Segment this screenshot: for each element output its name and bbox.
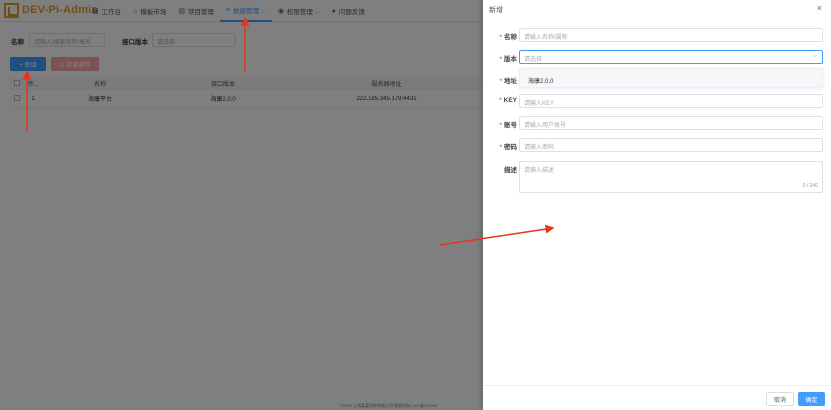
drawer-title: 新增	[489, 7, 503, 14]
add-drawer: 新增 × * 名称 请输入名称/属称 * 版本 请选择 ⌵ 海康2.0.0 * 地址 *…	[483, 0, 831, 410]
description-label: 描述	[504, 167, 517, 174]
chevron-down-icon: ⌵	[812, 53, 817, 59]
label-text: 版本	[504, 56, 517, 63]
key-input[interactable]: 请输入KEY	[519, 94, 823, 108]
select-placeholder: 请选择	[524, 57, 543, 63]
close-icon[interactable]: ×	[817, 3, 822, 13]
label-text: 账号	[504, 122, 517, 129]
label-text: 地址	[504, 78, 517, 85]
account-input[interactable]: 请输入用户账号	[519, 116, 823, 130]
password-input[interactable]: 请输入密码	[519, 138, 823, 152]
label-text: KEY	[503, 97, 517, 104]
required-mark: *	[499, 122, 502, 129]
key-label: * KEY	[499, 97, 517, 104]
dropdown-option[interactable]: 海康2.0.0	[528, 76, 553, 85]
char-counter: 0 / 240	[802, 183, 818, 189]
name-label: * 名称	[499, 31, 517, 41]
required-mark: *	[499, 78, 502, 85]
label-text: 密码	[504, 144, 517, 151]
textarea-placeholder: 请输入描述	[524, 168, 555, 174]
required-mark: *	[499, 56, 502, 63]
password-label: * 密码	[499, 141, 517, 151]
cancel-button[interactable]: 取消	[766, 392, 794, 406]
required-mark: *	[499, 34, 502, 41]
required-mark: *	[499, 97, 502, 104]
confirm-button[interactable]: 确定	[798, 392, 825, 406]
description-textarea[interactable]: 请输入描述 0 / 240	[519, 161, 823, 193]
drawer-footer: 取消 确定	[483, 385, 831, 410]
account-label: * 账号	[499, 119, 517, 129]
version-select[interactable]: 请选择 ⌵	[519, 50, 823, 64]
name-input[interactable]: 请输入名称/属称	[519, 28, 823, 42]
label-text: 名称	[504, 34, 517, 41]
version-label: * 版本	[499, 53, 517, 63]
version-dropdown: 海康2.0.0	[519, 68, 823, 88]
address-label: * 地址	[499, 75, 517, 85]
required-mark: *	[499, 144, 502, 151]
